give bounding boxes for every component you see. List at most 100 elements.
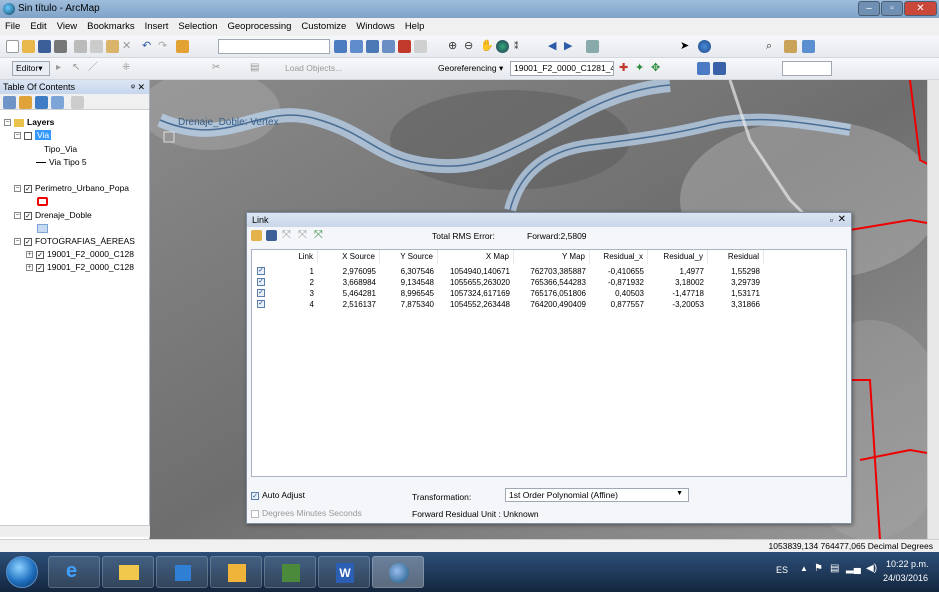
catalog-icon[interactable] [366, 40, 379, 53]
hyperlink-icon[interactable] [802, 40, 815, 53]
col-header-residual-x[interactable]: Residual_x [590, 250, 648, 264]
link-enable-checkbox[interactable]: ✓ [257, 278, 265, 286]
measure-icon[interactable] [784, 40, 797, 53]
arctoolbox-icon[interactable] [398, 40, 411, 53]
auto-adjust-option[interactable]: ✓ Auto Adjust [251, 490, 305, 500]
layer-label[interactable]: FOTOGRAFIAS_ÁEREAS [35, 236, 135, 246]
expand-icon[interactable]: + [26, 251, 33, 259]
visibility-checkbox[interactable]: ✓ [24, 211, 32, 220]
add-link-icon[interactable]: ⤧ [314, 229, 327, 242]
forward-icon[interactable]: ▶ [564, 40, 577, 53]
georef-layer-select[interactable]: 19001_F2_0000_C1281_443.tif [510, 61, 614, 76]
zoom-out-icon[interactable]: ⊖ [464, 40, 477, 53]
redo-icon[interactable]: ↷ [158, 40, 171, 53]
link-enable-checkbox[interactable]: ✓ [257, 300, 265, 308]
select-elements-icon[interactable]: ➤ [680, 40, 693, 53]
clock-date[interactable]: 24/03/2016 [883, 573, 928, 583]
layer-label[interactable]: Perimetro_Urbano_Popa [35, 183, 129, 193]
layer-raster-1[interactable]: + ✓ 19001_F2_0000_C128 [26, 249, 134, 259]
col-header-residual-y[interactable]: Residual_y [648, 250, 708, 264]
layers-group[interactable]: − Layers [4, 117, 54, 127]
toc-hscrollbar[interactable] [0, 525, 150, 537]
volume-icon[interactable]: ◀) [866, 563, 877, 574]
menu-view[interactable]: View [52, 18, 82, 35]
link-enable-checkbox[interactable]: ✓ [257, 289, 265, 297]
visibility-checkbox[interactable]: ✓ [36, 250, 44, 259]
taskbar-network-icon[interactable] [264, 556, 316, 588]
visibility-checkbox[interactable] [24, 131, 32, 140]
menu-bookmarks[interactable]: Bookmarks [82, 18, 140, 35]
find-icon[interactable]: ⌕ [766, 40, 779, 53]
auto-registration-icon[interactable]: ✦ [635, 62, 648, 75]
map-vscrollbar[interactable] [927, 80, 939, 539]
select-features-icon[interactable] [586, 40, 599, 53]
menu-file[interactable]: File [0, 18, 25, 35]
layer-fotografias[interactable]: − ✓ FOTOGRAFIAS_ÁEREAS [14, 236, 135, 246]
visibility-checkbox[interactable]: ✓ [36, 263, 44, 272]
visibility-checkbox[interactable]: ✓ [24, 184, 32, 193]
identify-icon[interactable] [698, 40, 711, 53]
toc-icon[interactable] [350, 40, 363, 53]
cut-icon[interactable] [74, 40, 87, 53]
effects-input[interactable] [782, 61, 832, 76]
taskbar-media-icon[interactable] [156, 556, 208, 588]
search-window-icon[interactable] [382, 40, 395, 53]
delete-icon[interactable]: ✕ [122, 40, 135, 53]
collapse-icon[interactable]: − [14, 238, 21, 246]
transformation-select[interactable]: 1st Order Polynomial (Affine) ▼ [505, 488, 689, 502]
collapse-icon[interactable]: − [14, 132, 21, 140]
collapse-icon[interactable]: − [14, 185, 21, 193]
layer-label[interactable]: 19001_F2_0000_C128 [47, 262, 134, 272]
col-header-x-map[interactable]: X Map [438, 250, 514, 264]
split-icon[interactable]: ✂ [212, 62, 225, 75]
menu-geoprocessing[interactable]: Geoprocessing [222, 18, 296, 35]
menu-edit[interactable]: Edit [25, 18, 51, 35]
list-by-source-icon[interactable] [19, 96, 32, 109]
list-by-visibility-icon[interactable] [35, 96, 48, 109]
col-header-link[interactable]: Link [272, 250, 318, 264]
signal-icon[interactable]: ▂▄ [846, 563, 861, 574]
minimize-button[interactable]: – [858, 1, 880, 16]
menu-customize[interactable]: Customize [296, 18, 351, 35]
save-link-file-icon[interactable] [266, 230, 277, 241]
list-by-selection-icon[interactable] [51, 96, 64, 109]
paste-icon[interactable] [106, 40, 119, 53]
collapse-icon[interactable]: − [14, 212, 21, 220]
show-hidden-icons[interactable]: ▲ [800, 564, 808, 573]
menu-selection[interactable]: Selection [173, 18, 222, 35]
add-data-icon[interactable] [176, 40, 189, 53]
col-header-residual[interactable]: Residual [708, 250, 764, 264]
start-button-icon[interactable] [6, 556, 38, 588]
col-header-x-source[interactable]: X Source [318, 250, 380, 264]
collapse-icon[interactable]: − [4, 119, 11, 127]
dms-option[interactable]: Degrees Minutes Seconds [251, 508, 362, 518]
taskbar-arcmap-icon[interactable] [372, 556, 424, 588]
link-table[interactable]: Link X Source Y Source X Map Y Map Resid… [251, 249, 847, 477]
editor-menu-button[interactable]: Editor▾ [12, 61, 50, 76]
zoom-in-icon[interactable]: ⊕ [448, 40, 461, 53]
undo-icon[interactable]: ↶ [142, 40, 155, 53]
list-by-drawing-order-icon[interactable] [3, 96, 16, 109]
full-extent-icon[interactable] [496, 40, 509, 53]
dialog-restore-icon[interactable]: ▫ [830, 215, 833, 225]
auto-adjust-checkbox[interactable]: ✓ [251, 491, 259, 500]
maximize-button[interactable]: ▫ [881, 1, 903, 16]
taskbar-word-icon[interactable]: W [318, 556, 370, 588]
python-icon[interactable] [414, 40, 427, 53]
flag-icon[interactable]: ⚑ [814, 563, 823, 574]
options-icon[interactable] [71, 96, 84, 109]
georeferencing-menu[interactable]: Georeferencing ▾ [438, 63, 503, 74]
new-icon[interactable] [6, 40, 19, 53]
layer-label[interactable]: Drenaje_Doble [35, 210, 92, 220]
snapping-icon[interactable]: ⁜ [122, 62, 135, 75]
layer-via[interactable]: − Via [14, 130, 52, 140]
close-button[interactable]: ✕ [904, 1, 937, 16]
layer-label[interactable]: 19001_F2_0000_C128 [47, 249, 134, 259]
taskbar-explorer-icon[interactable] [102, 556, 154, 588]
layer-drenaje[interactable]: − ✓ Drenaje_Doble [14, 210, 92, 220]
add-control-points-icon[interactable]: ✚ [619, 62, 632, 75]
col-header-y-source[interactable]: Y Source [380, 250, 438, 264]
taskbar-ie-icon[interactable]: e [48, 556, 100, 588]
edit-tool-icon[interactable]: ▸ [56, 62, 69, 75]
rotate-icon[interactable]: ✥ [651, 62, 664, 75]
